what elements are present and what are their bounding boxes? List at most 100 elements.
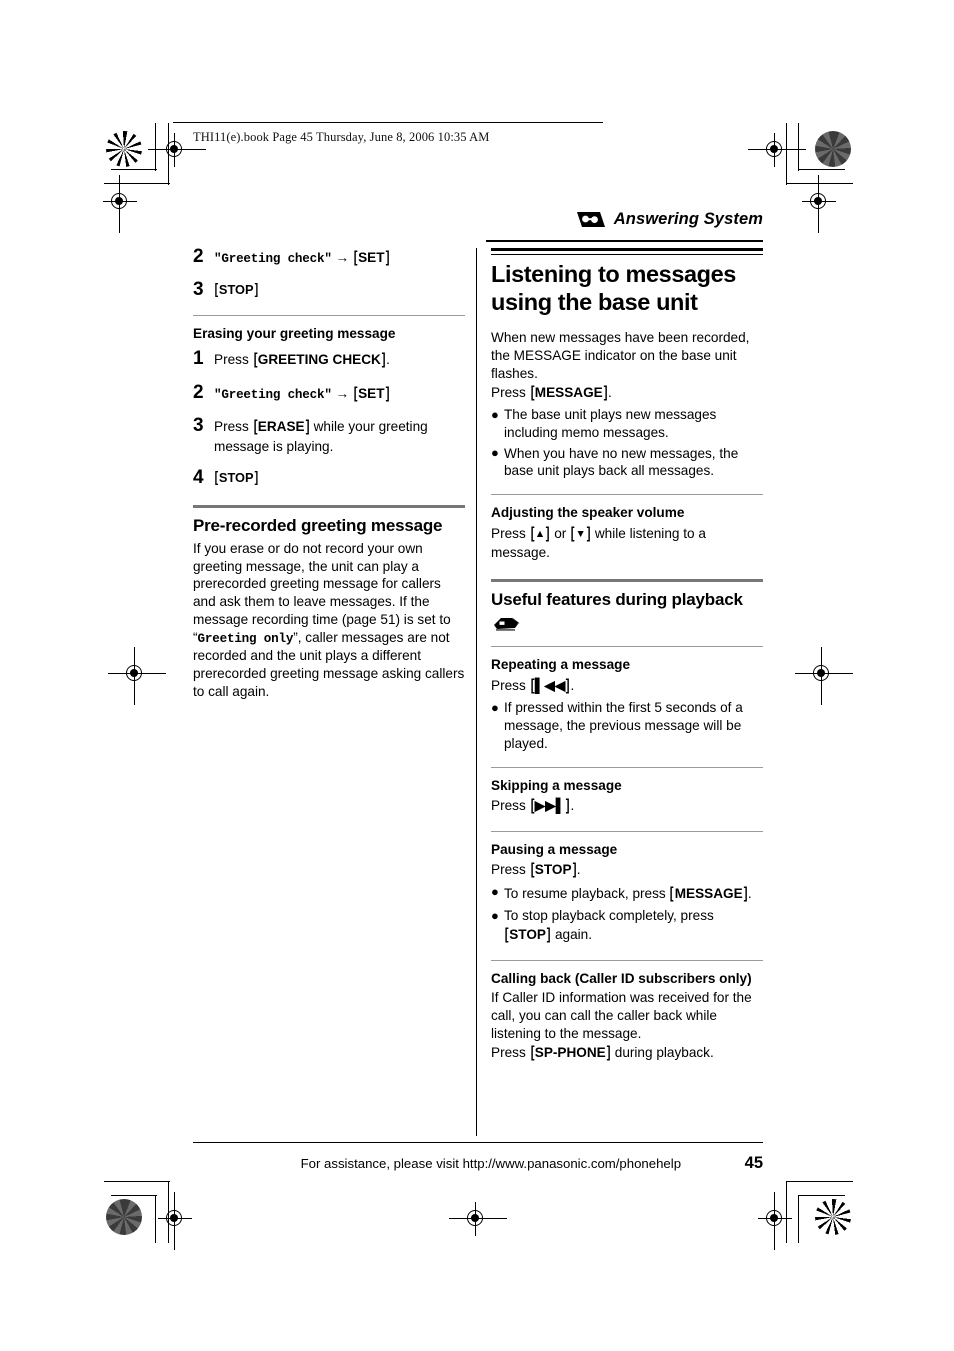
calling-back-section-heading: Calling back (Caller ID subscribers only… xyxy=(491,970,752,986)
display-text: Greeting only xyxy=(197,631,294,646)
display-text: "Greeting check" xyxy=(214,387,332,402)
calling-back-press-line: Press [SP-PHONE] during playback. xyxy=(491,1043,763,1063)
crop-mark-top-left-h1 xyxy=(111,169,157,171)
key-label-forward: [▶▶▌] xyxy=(530,797,570,815)
skipping-section-heading: Skipping a message xyxy=(491,777,622,793)
registration-target-top-left xyxy=(148,133,206,167)
repeating-press-line: Press [▌◀◀]. xyxy=(491,676,763,696)
bullet-item: ● The base unit plays new messages inclu… xyxy=(491,406,763,442)
chapter-rule xyxy=(491,248,763,256)
volume-section-heading: Adjusting the speaker volume xyxy=(491,505,685,521)
press-suffix: . xyxy=(570,677,575,693)
key-label: [SET] xyxy=(353,384,390,402)
bullet-text: To resume playback, press [MESSAGE]. xyxy=(504,884,763,904)
bullet-item: ● To stop playback completely, press [ST… xyxy=(491,907,763,945)
step-number: 2 xyxy=(193,381,204,403)
prerecorded-section-heading: Pre-recorded greeting message xyxy=(193,515,443,535)
bullet-text: The base unit plays new messages includi… xyxy=(504,407,717,440)
section-rule xyxy=(491,646,763,647)
bullet-dot-icon: ● xyxy=(491,445,499,461)
registration-target-right-middle xyxy=(795,647,853,705)
base-unit-icon xyxy=(491,614,763,632)
step-text: [STOP] xyxy=(214,281,465,300)
bullet-text: To stop playback completely, press [STOP… xyxy=(504,907,763,945)
section-rule xyxy=(491,959,763,961)
repeating-section-heading: Repeating a message xyxy=(491,657,631,672)
key-label: [GREETING CHECK] xyxy=(253,351,386,369)
press-prefix: Press xyxy=(491,384,530,400)
file-info-rule xyxy=(173,122,603,123)
crop-mark-bottom-right-h2 xyxy=(787,1181,853,1183)
bullet-item: ● To resume playback, press [MESSAGE]. xyxy=(491,884,763,904)
press-suffix: . xyxy=(570,798,575,814)
registration-target-bottom-right xyxy=(758,1192,792,1250)
pausing-section-heading: Pausing a message xyxy=(491,841,618,857)
calling-back-paragraph: If Caller ID information was received fo… xyxy=(491,990,752,1041)
arrow-glyph: → xyxy=(335,385,350,401)
page-number: 45 xyxy=(744,1154,763,1172)
key-label: [ERASE] xyxy=(253,418,310,436)
key-label-down: [▼] xyxy=(570,524,591,542)
step-item: 4 [STOP] xyxy=(193,466,465,488)
bullet-text: When you have no new messages, the base … xyxy=(504,445,739,479)
prerecorded-paragraph: If you erase or do not record your own g… xyxy=(193,540,465,701)
key-label: [STOP] xyxy=(214,469,258,486)
bullet-dot-icon: ● xyxy=(491,406,499,422)
press-prefix: Press xyxy=(491,525,530,541)
step-item: 2 "Greeting check" → [SET] xyxy=(193,381,465,404)
header-title: Answering System xyxy=(613,210,763,228)
bullet-suffix: again. xyxy=(551,927,593,943)
halftone-circle-top-left xyxy=(106,131,142,167)
step-item: 1 Press [GREETING CHECK]. xyxy=(193,349,465,370)
bullet-prefix: To resume playback, press xyxy=(504,885,670,901)
step-number: 3 xyxy=(193,415,204,437)
press-suffix: . xyxy=(607,384,612,400)
column-divider xyxy=(476,248,478,1136)
step-text: Press [GREETING CHECK]. xyxy=(214,350,465,370)
key-label: [STOP] xyxy=(504,926,551,944)
press-mid: or xyxy=(550,525,571,541)
registration-target-top-right xyxy=(748,133,806,167)
crop-mark-bottom-left-v1 xyxy=(155,1195,157,1243)
step-text: Press [ERASE] while your greeting messag… xyxy=(214,417,465,455)
registration-target-bottom-left xyxy=(158,1192,192,1250)
right-column: Listening to messages using the base uni… xyxy=(491,248,763,1063)
step-number: 4 xyxy=(193,466,204,488)
section-rule xyxy=(193,504,465,508)
registration-target-left-upper xyxy=(103,175,137,233)
crop-mark-bottom-left-h1 xyxy=(111,1195,157,1197)
crop-mark-top-left-v1 xyxy=(155,123,157,171)
key-label: [SP-PHONE] xyxy=(530,1043,611,1061)
header-rule xyxy=(486,240,763,242)
footer-rule xyxy=(193,1142,763,1144)
crop-mark-top-right-h1 xyxy=(799,169,845,171)
press-suffix: during playback. xyxy=(610,1044,714,1060)
step-text: "Greeting check" → [SET] xyxy=(214,384,465,404)
press-prefix: Press xyxy=(491,862,530,878)
erasing-section-heading: Erasing your greeting message xyxy=(193,325,396,341)
press-prefix: Press xyxy=(491,798,530,814)
step-text: "Greeting check" → [SET] xyxy=(214,248,465,268)
bullet-dot-icon: ● xyxy=(491,907,499,923)
step-item: 3 [STOP] xyxy=(193,280,465,300)
halftone-circle-bottom-left xyxy=(106,1199,142,1235)
crop-mark-bottom-right-v1 xyxy=(798,1195,800,1243)
left-column: 2 "Greeting check" → [SET] 3 [STOP] Eras… xyxy=(193,246,465,701)
bullet-dot-icon: ● xyxy=(491,699,499,715)
registration-target-left-middle xyxy=(108,647,166,705)
step-number: 2 xyxy=(193,246,204,267)
footer-assistance-text: For assistance, please visit http://www.… xyxy=(300,1156,682,1171)
step-prefix: Press xyxy=(214,352,253,368)
key-label-rewind: [▌◀◀] xyxy=(530,676,570,694)
registration-target-bottom-center xyxy=(449,1202,507,1236)
section-rule xyxy=(491,579,763,582)
intro-press-line: Press [MESSAGE]. xyxy=(491,383,763,403)
key-label: [STOP] xyxy=(530,861,577,879)
section-rule xyxy=(193,314,465,316)
step-prefix: Press xyxy=(214,419,253,435)
press-prefix: Press xyxy=(491,1044,530,1060)
section-rule xyxy=(491,766,763,768)
registration-target-right-upper xyxy=(802,175,836,233)
two-column-body: 2 "Greeting check" → [SET] 3 [STOP] Eras… xyxy=(193,246,763,1138)
key-label: [SET] xyxy=(353,249,390,266)
